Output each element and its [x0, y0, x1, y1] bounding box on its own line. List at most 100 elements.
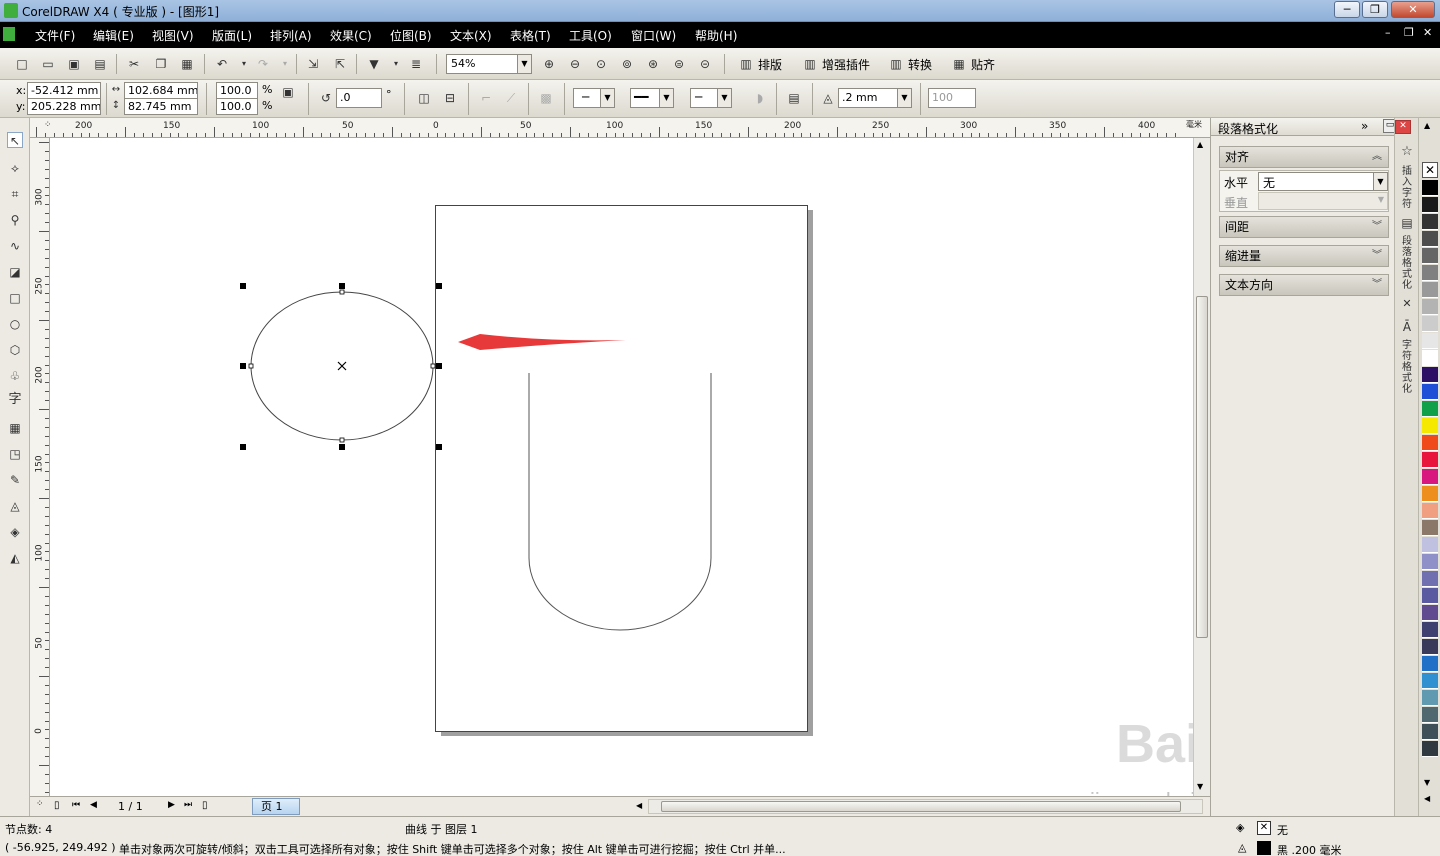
add-page-after-icon[interactable]: ▯ — [202, 800, 208, 811]
export-icon[interactable]: ⇱ — [332, 56, 348, 72]
tab-close-icon[interactable]: ✕ — [1398, 298, 1416, 309]
menu-effects[interactable]: 效果(C) — [330, 27, 372, 44]
zoom-out-icon[interactable]: ⊖ — [567, 56, 583, 72]
palette-swatch[interactable] — [1422, 333, 1438, 349]
fill-none-icon[interactable]: ✕ — [1257, 821, 1271, 835]
menu-text[interactable]: 文本(X) — [450, 27, 492, 44]
docker-tab-paragraph-format[interactable]: 段落格式化 — [1398, 236, 1416, 291]
restore-button[interactable]: ❐ — [1362, 1, 1388, 18]
import-icon[interactable]: ⇲ — [305, 56, 321, 72]
zoom-all-icon[interactable]: ⊚ — [619, 56, 635, 72]
width-field[interactable]: 102.684 mm — [124, 82, 198, 99]
layout-button[interactable]: 排版 — [758, 56, 782, 73]
undo-icon[interactable]: ↶ — [214, 56, 230, 72]
doc-minimize-button[interactable]: – — [1385, 26, 1391, 39]
y-position-field[interactable]: 205.228 mm — [27, 98, 101, 115]
ruler-origin-icon[interactable]: ⁘ — [44, 120, 52, 130]
palette-scroll-up-icon[interactable]: ▲ — [1424, 121, 1430, 130]
zoom-in-icon[interactable]: ⊕ — [541, 56, 557, 72]
line-style-select[interactable]: ━━ ▼ — [630, 88, 674, 108]
pick-tool-icon[interactable]: ↖ — [7, 132, 23, 148]
open-folder-icon[interactable]: ▭ — [40, 56, 56, 72]
copy-icon[interactable]: ❐ — [153, 56, 169, 72]
zoom-tool-icon[interactable]: ⚲ — [7, 212, 23, 228]
height-field[interactable]: 82.745 mm — [124, 98, 198, 115]
interactive-blend-tool-icon[interactable]: ◳ — [7, 446, 23, 462]
palette-swatch[interactable] — [1422, 639, 1438, 655]
welcome-screen-icon[interactable]: ≣ — [408, 56, 424, 72]
palette-swatch[interactable] — [1422, 673, 1438, 689]
add-page-before-icon[interactable]: ▯ — [54, 800, 60, 811]
palette-swatch[interactable] — [1422, 741, 1438, 757]
snap-icon[interactable]: ▦ — [951, 56, 967, 72]
miter-limit-field[interactable]: 100 — [928, 88, 976, 108]
horizontal-scrollbar[interactable] — [648, 799, 1203, 814]
palette-swatch[interactable] — [1422, 605, 1438, 621]
paste-icon[interactable]: ▦ — [179, 56, 195, 72]
enhance-plugin-icon[interactable]: ▥ — [802, 56, 818, 72]
palette-swatch[interactable] — [1422, 265, 1438, 281]
horizontal-ruler[interactable]: ⁘ 200 150 100 50 0 50 100 150 200 250 30… — [30, 118, 1210, 138]
mirror-horizontal-icon[interactable]: ◫ — [416, 90, 432, 106]
scroll-left-icon[interactable]: ◀ — [636, 801, 642, 810]
palette-swatch[interactable] — [1422, 197, 1438, 213]
palette-swatch[interactable] — [1422, 299, 1438, 315]
zoom-width-icon[interactable]: ⊜ — [671, 56, 687, 72]
palette-swatch[interactable] — [1422, 571, 1438, 587]
freehand-tool-icon[interactable]: ∿ — [7, 238, 23, 254]
palette-swatch[interactable] — [1422, 469, 1438, 485]
palette-swatch[interactable] — [1422, 656, 1438, 672]
print-icon[interactable]: ▤ — [92, 56, 108, 72]
paragraph-format-icon[interactable]: ▤ — [1398, 217, 1416, 229]
palette-swatch[interactable] — [1422, 248, 1438, 264]
horizontal-scroll-thumb[interactable] — [661, 801, 1181, 812]
redo-icon[interactable]: ↷ — [255, 56, 271, 72]
close-curve-icon[interactable]: ◗ — [752, 90, 768, 106]
layout-plugin-icon[interactable]: ▥ — [738, 56, 754, 72]
convert-to-curves-icon[interactable]: ▩ — [538, 90, 554, 106]
wrap-text-icon[interactable]: ▤ — [786, 90, 802, 106]
convert-button[interactable]: 转换 — [908, 56, 932, 73]
docker-tab-insert-character[interactable]: 插入字符 — [1398, 166, 1416, 210]
palette-swatch[interactable] — [1422, 350, 1438, 366]
launcher-dropdown-icon[interactable]: ▾ — [388, 56, 404, 72]
palette-swatch[interactable] — [1422, 588, 1438, 604]
zoom-page-icon[interactable]: ⊛ — [645, 56, 661, 72]
spacing-section-header[interactable]: 间距 ︾ — [1219, 216, 1389, 238]
x-position-field[interactable]: -52.412 mm — [27, 82, 101, 99]
doc-restore-button[interactable]: ❐ — [1404, 26, 1414, 39]
palette-swatch[interactable] — [1422, 486, 1438, 502]
menu-layout[interactable]: 版面(L) — [212, 27, 252, 44]
rectangle-tool-icon[interactable]: □ — [7, 290, 23, 306]
next-page-icon[interactable]: ▶ — [168, 800, 175, 810]
docker-close-icon[interactable]: ✕ — [1395, 120, 1411, 134]
palette-swatch[interactable] — [1422, 384, 1438, 400]
fill-tool-icon[interactable]: ◈ — [7, 524, 23, 540]
snap-button[interactable]: 贴齐 — [971, 56, 995, 73]
document-icon[interactable] — [3, 27, 15, 41]
zoom-height-icon[interactable]: ⊝ — [697, 56, 713, 72]
menu-help[interactable]: 帮助(H) — [695, 27, 737, 44]
palette-swatch[interactable] — [1422, 214, 1438, 230]
palette-swatch[interactable] — [1422, 367, 1438, 383]
menu-tools[interactable]: 工具(O) — [569, 27, 612, 44]
character-format-icon[interactable]: Ā — [1398, 321, 1416, 333]
lock-ratio-icon[interactable]: ▣ — [280, 84, 296, 100]
docker-expand-icon[interactable]: » — [1361, 119, 1368, 133]
palette-swatch[interactable] — [1422, 554, 1438, 570]
cut-icon[interactable]: ✂ — [126, 56, 142, 72]
indent-section-header[interactable]: 缩进量 ︾ — [1219, 245, 1389, 267]
polygon-tool-icon[interactable]: ⬡ — [7, 342, 23, 358]
palette-swatch[interactable] — [1422, 316, 1438, 332]
menu-bitmaps[interactable]: 位图(B) — [390, 27, 432, 44]
ellipse-tool-icon[interactable]: ○ — [7, 316, 23, 332]
application-launcher-icon[interactable]: ▼ — [366, 56, 382, 72]
rotation-field[interactable]: .0 — [336, 88, 382, 108]
horizontal-align-select[interactable]: 无 ▼ — [1258, 172, 1388, 191]
scroll-up-icon[interactable]: ▲ — [1197, 140, 1203, 149]
menu-window[interactable]: 窗口(W) — [631, 27, 676, 44]
palette-swatch[interactable] — [1422, 282, 1438, 298]
last-page-icon[interactable]: ⏭ — [184, 800, 192, 810]
table-tool-icon[interactable]: ▦ — [7, 420, 23, 436]
first-page-icon[interactable]: ⏮ — [72, 800, 80, 810]
